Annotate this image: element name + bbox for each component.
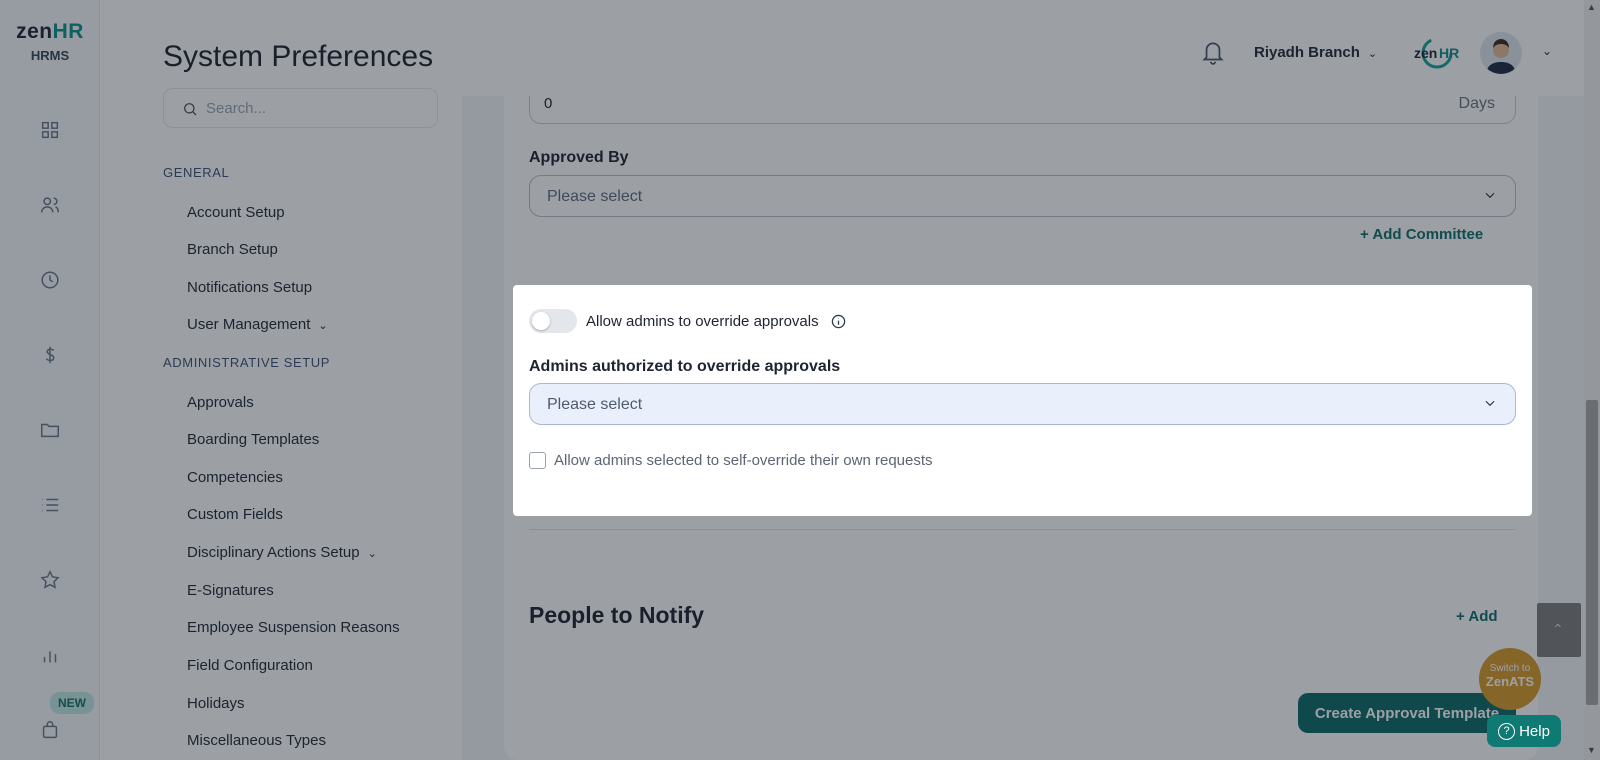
toggle-knob (532, 312, 550, 330)
admins-authorized-select[interactable]: Please select (529, 383, 1516, 425)
help-button[interactable]: ? Help (1487, 715, 1561, 747)
info-icon[interactable] (831, 314, 846, 329)
override-approvals-card: Allow admins to override approvals Admin… (513, 285, 1532, 516)
chevron-down-icon (1483, 396, 1497, 415)
help-icon: ? (1498, 722, 1516, 740)
admins-authorized-placeholder: Please select (547, 396, 643, 413)
self-override-checkbox[interactable] (529, 452, 546, 469)
override-approvals-label: Allow admins to override approvals (586, 313, 819, 330)
self-override-label: Allow admins selected to self-override t… (554, 452, 933, 469)
help-label: Help (1519, 722, 1550, 740)
admins-authorized-label: Admins authorized to override approvals (529, 358, 841, 375)
override-approvals-toggle[interactable] (529, 309, 577, 333)
